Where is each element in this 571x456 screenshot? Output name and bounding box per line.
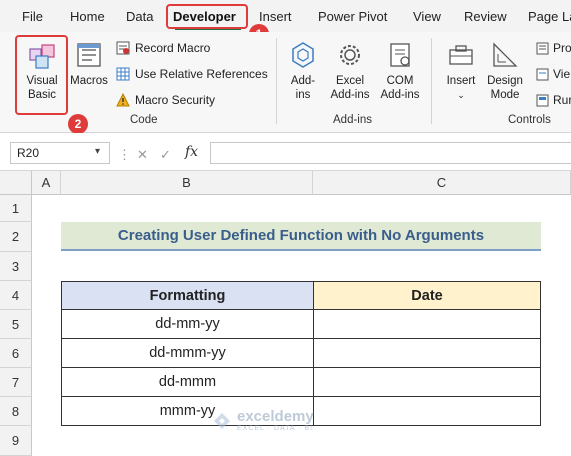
macros-icon xyxy=(77,43,101,67)
formula-input[interactable] xyxy=(210,142,571,164)
table-cell[interactable]: dd-mm-yy xyxy=(61,310,314,339)
excel-addins-label: Excel Add-ins xyxy=(330,75,370,101)
exceldemy-logo-icon xyxy=(214,412,230,429)
table-cell[interactable] xyxy=(313,310,541,339)
row-header-9[interactable]: 9 xyxy=(0,426,32,456)
row-header-4[interactable]: 4 xyxy=(0,281,32,310)
table-cell[interactable]: dd-mmm-yy xyxy=(61,339,314,368)
visual-basic-highlight-box xyxy=(15,35,68,115)
controls-group-label: Controls xyxy=(508,114,551,126)
macro-security-label: Macro Security xyxy=(135,93,216,107)
addins-button[interactable]: Add-ins xyxy=(284,40,322,102)
addins-group-label: Add-ins xyxy=(333,114,372,126)
relative-references-label: Use Relative References xyxy=(135,67,268,81)
formula-bar: R20 ▾ ⋮ ✕ ✓ fx xyxy=(0,133,571,171)
enter-check-icon[interactable]: ✓ xyxy=(160,147,171,163)
macros-label: Macros xyxy=(70,75,108,87)
design-mode-label: Design Mode xyxy=(487,75,523,101)
addins-icon xyxy=(292,42,314,68)
watermark: exceldemy EXCEL · DATA · BI xyxy=(211,409,314,432)
design-mode-button[interactable]: Design Mode xyxy=(484,40,526,102)
menu-insert[interactable]: Insert xyxy=(259,9,292,24)
record-macro-label: Record Macro xyxy=(135,41,211,55)
com-addins-label: COM Add-ins xyxy=(380,75,420,101)
menu-data[interactable]: Data xyxy=(126,9,153,24)
design-mode-icon xyxy=(493,42,518,67)
com-addins-button[interactable]: COM Add-ins xyxy=(378,40,422,102)
developer-highlight-box xyxy=(166,4,248,29)
menu-power-pivot[interactable]: Power Pivot xyxy=(318,9,387,24)
row-header-6[interactable]: 6 xyxy=(0,339,32,368)
menu-page-layout[interactable]: Page La xyxy=(528,9,571,24)
table-cell[interactable] xyxy=(313,339,541,368)
run-dialog-icon xyxy=(536,94,549,106)
insert-control-button[interactable]: Insert ⌄ xyxy=(440,40,482,102)
column-header-a[interactable]: A xyxy=(32,171,61,195)
row-header-7[interactable]: 7 xyxy=(0,368,32,397)
table-cell[interactable] xyxy=(313,368,541,397)
worksheet-grid: A B C 1 2 3 4 5 6 7 8 9 Creating User De… xyxy=(0,171,571,456)
excel-addins-button[interactable]: Excel Add-ins xyxy=(329,40,371,102)
toolbox-icon xyxy=(449,45,473,65)
properties-icon xyxy=(536,42,549,54)
column-header-c[interactable]: C xyxy=(313,171,571,195)
table-cell[interactable]: dd-mmm xyxy=(61,368,314,397)
macros-button[interactable]: Macros xyxy=(68,40,110,88)
menu-review[interactable]: Review xyxy=(464,9,507,24)
insert-function-button[interactable]: fx xyxy=(185,144,198,160)
chevron-down-icon[interactable]: ▾ xyxy=(95,146,100,157)
view-code-label: Vie xyxy=(553,67,571,81)
addins-label: Add-ins xyxy=(290,75,316,101)
group-divider xyxy=(431,38,432,124)
watermark-subtitle: EXCEL · DATA · BI xyxy=(237,425,313,432)
run-dialog-button[interactable]: Rur xyxy=(536,93,571,107)
row-header-1[interactable]: 1 xyxy=(0,195,32,222)
code-group-label: Code xyxy=(130,114,158,126)
relative-references-button[interactable]: Use Relative References xyxy=(116,67,268,81)
properties-label: Pro xyxy=(553,41,571,55)
run-dialog-label: Rur xyxy=(553,93,571,107)
watermark-title: exceldemy xyxy=(237,408,314,425)
cancel-icon[interactable]: ✕ xyxy=(137,147,148,163)
column-header-b[interactable]: B xyxy=(61,171,313,195)
table-header-formatting[interactable]: Formatting xyxy=(61,281,314,310)
row-header-3[interactable]: 3 xyxy=(0,252,32,281)
properties-button[interactable]: Pro xyxy=(536,41,571,55)
menu-file[interactable]: File xyxy=(22,9,43,24)
sheet-title-cell[interactable]: Creating User Defined Function with No A… xyxy=(61,222,541,251)
table-cell[interactable] xyxy=(313,397,541,426)
menu-home[interactable]: Home xyxy=(70,9,105,24)
more-options-icon: ⋮ xyxy=(118,147,131,162)
com-addins-icon xyxy=(390,43,410,67)
gear-icon xyxy=(340,45,360,65)
warning-icon xyxy=(116,93,130,107)
insert-control-label: Insert xyxy=(446,75,476,87)
row-header-2[interactable]: 2 xyxy=(0,222,32,252)
record-macro-button[interactable]: Record Macro xyxy=(116,41,210,55)
select-all-corner[interactable] xyxy=(0,171,32,195)
group-divider xyxy=(276,38,277,124)
ribbon: Visual Basic 2 Macros Record Macro Use R… xyxy=(0,32,571,134)
macro-security-button[interactable]: Macro Security xyxy=(116,93,215,107)
row-header-8[interactable]: 8 xyxy=(0,397,32,426)
view-code-button[interactable]: Vie xyxy=(536,67,570,81)
row-header-5[interactable]: 5 xyxy=(0,310,32,339)
table-header-date[interactable]: Date xyxy=(313,281,541,310)
relative-references-icon xyxy=(116,67,130,81)
callout-2: 2 xyxy=(68,114,88,134)
menu-view[interactable]: View xyxy=(413,9,441,24)
view-code-icon xyxy=(536,68,549,80)
menu-bar: File Home Data Developer Insert Power Pi… xyxy=(0,0,571,44)
record-macro-icon xyxy=(116,41,130,55)
chevron-down-icon: ⌄ xyxy=(457,90,465,100)
